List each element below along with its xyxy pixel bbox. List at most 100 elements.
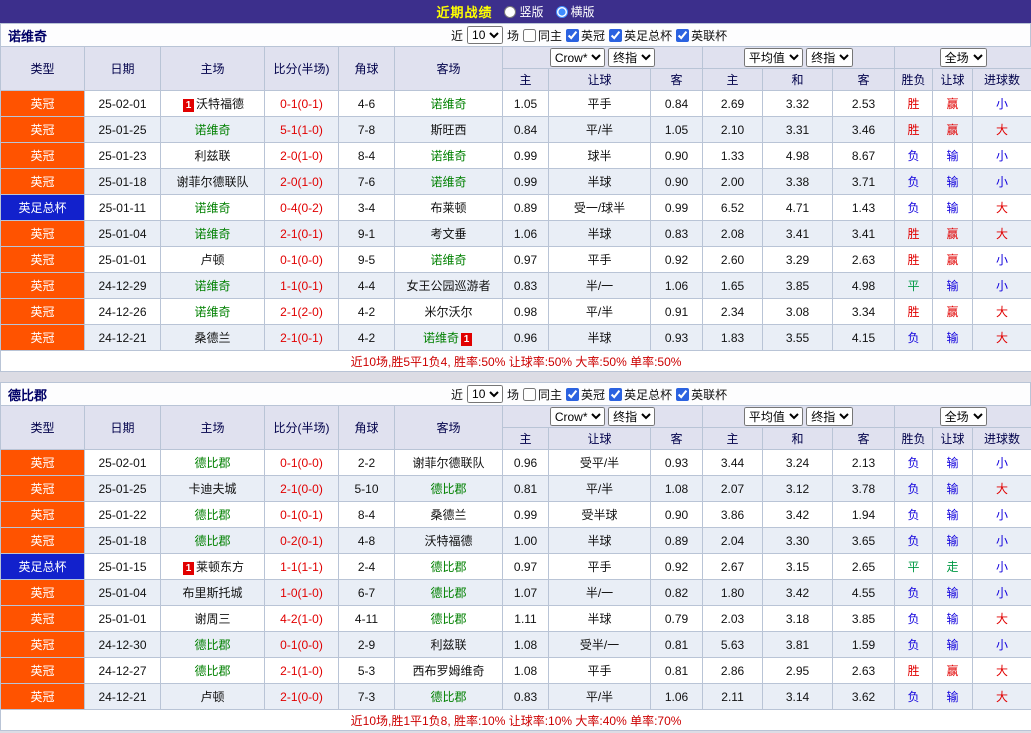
col-header-corner: 角球	[338, 405, 395, 450]
cell-odds-handicap: 平/半	[548, 298, 651, 325]
cell-odds-handicap: 受半球	[548, 501, 651, 528]
cell-result: 胜	[894, 298, 934, 325]
cell-away-team: 谢菲尔德联队	[394, 449, 503, 476]
cell-avg-away: 4.15	[832, 324, 896, 351]
championship-checkbox[interactable]	[566, 28, 580, 42]
cell-odds-handicap: 平/半	[548, 475, 651, 502]
cell-odds-home: 1.08	[502, 631, 549, 658]
cell-odds-home: 0.96	[502, 449, 549, 476]
home-team-name: 德比郡	[194, 508, 231, 522]
cell-corner: 7-3	[338, 683, 395, 710]
fa-cup-checkbox[interactable]	[609, 387, 623, 401]
table-row: 英冠 24-12-26 诺维奇 2-1(2-0) 4-2 米尔沃尔 0.98 平/半 0.91 2…	[0, 298, 1031, 325]
summary-row: 近10场,胜5平1负4, 胜率:50% 让球率:50% 大率:50% 单率:50…	[0, 350, 1031, 372]
cell-avg-home: 2.86	[702, 657, 764, 684]
average-select[interactable]: 平均值	[743, 407, 803, 426]
cell-odds-home: 0.97	[502, 246, 549, 273]
cell-score: 0-1(0-0)	[264, 246, 339, 273]
sub-header-odds-away: 客	[649, 68, 704, 91]
cell-odds-handicap: 半/一	[548, 272, 651, 299]
cell-date: 24-12-21	[84, 683, 161, 710]
vertical-layout-radio[interactable]	[504, 5, 517, 18]
table-row: 英冠 25-01-01 谢周三 4-2(1-0) 4-11 德比郡 1.11 半球 0.79 2.…	[0, 605, 1031, 632]
sub-header-odds-home: 主	[502, 427, 549, 450]
table-row: 英冠 25-01-22 德比郡 0-1(0-1) 8-4 桑德兰 0.99 受半球 0.90 3.…	[0, 501, 1031, 528]
cell-date: 25-01-22	[84, 501, 161, 528]
cell-corner: 8-4	[338, 501, 395, 528]
final-odds-select-2[interactable]: 终指	[806, 48, 854, 67]
cell-away-team: 考文垂	[394, 220, 503, 247]
cell-home-team: 布里斯托城	[160, 579, 265, 606]
cell-date: 24-12-30	[84, 631, 161, 658]
cell-handicap-result: 输	[932, 501, 974, 528]
fulltime-select[interactable]: 全场	[939, 48, 987, 67]
cell-date: 25-01-25	[84, 116, 161, 143]
cell-goals: 小	[972, 90, 1031, 117]
cell-odds-away: 0.93	[649, 324, 704, 351]
same-home-option[interactable]: 同主	[523, 386, 562, 403]
horizontal-layout-radio[interactable]	[555, 5, 568, 18]
table-row: 英冠 24-12-30 德比郡 0-1(0-0) 2-9 利兹联 1.08 受半/一 0.81 5…	[0, 631, 1031, 658]
cell-odds-away: 0.93	[649, 449, 704, 476]
match-count-select[interactable]: 10	[467, 26, 504, 44]
fa-cup-checkbox[interactable]	[609, 28, 623, 42]
league-cup-label: 英联杯	[691, 28, 728, 43]
final-odds-select-2[interactable]: 终指	[806, 407, 854, 426]
col-header-handicap-result: 让球	[932, 68, 974, 91]
layout-option-horizontal[interactable]: 横版	[555, 3, 595, 20]
league-cup-option[interactable]: 英联杯	[676, 386, 727, 403]
fa-cup-option[interactable]: 英足总杯	[609, 27, 672, 44]
cell-league-type: 英冠	[0, 579, 85, 606]
championship-option[interactable]: 英冠	[566, 27, 605, 44]
horizontal-layout-label: 横版	[570, 5, 595, 19]
fulltime-select[interactable]: 全场	[939, 407, 987, 426]
cell-odds-away: 0.81	[649, 631, 704, 658]
away-team-name: 布莱顿	[430, 201, 467, 215]
layout-option-vertical[interactable]: 竖版	[504, 3, 544, 20]
match-count-select[interactable]: 10	[467, 385, 504, 403]
away-team-name: 利兹联	[430, 638, 467, 652]
cell-league-type: 英冠	[0, 683, 85, 710]
table-row: 英冠 25-01-18 德比郡 0-2(0-1) 4-8 沃特福德 1.00 半球 0.89 2.…	[0, 527, 1031, 554]
cell-home-team: 诺维奇	[160, 220, 265, 247]
cell-avg-home: 2.11	[702, 683, 764, 710]
home-team-name: 德比郡	[194, 456, 231, 470]
same-home-checkbox[interactable]	[523, 387, 537, 401]
league-cup-option[interactable]: 英联杯	[676, 27, 727, 44]
odds-source-select[interactable]: Crow*	[549, 407, 605, 426]
cell-handicap-result: 输	[932, 683, 974, 710]
cell-score: 5-1(1-0)	[264, 116, 339, 143]
cell-avg-away: 8.67	[832, 142, 896, 169]
league-cup-checkbox[interactable]	[676, 387, 690, 401]
championship-option[interactable]: 英冠	[566, 386, 605, 403]
sub-header-avg-away: 客	[832, 427, 896, 450]
table-row: 英冠 25-01-23 利兹联 2-0(1-0) 8-4 诺维奇 0.99 球半 0.90 1.3…	[0, 142, 1031, 169]
home-team-name: 诺维奇	[194, 279, 231, 293]
col-header-home: 主场	[160, 46, 265, 91]
cell-home-team: 德比郡	[160, 449, 265, 476]
championship-checkbox[interactable]	[566, 387, 580, 401]
home-team-name: 诺维奇	[194, 201, 231, 215]
fa-cup-option[interactable]: 英足总杯	[609, 386, 672, 403]
cell-score: 1-0(1-0)	[264, 579, 339, 606]
cell-goals: 小	[972, 527, 1031, 554]
cell-odds-home: 0.96	[502, 324, 549, 351]
same-home-option[interactable]: 同主	[523, 27, 562, 44]
cell-avg-draw: 3.29	[762, 246, 834, 273]
same-home-checkbox[interactable]	[523, 28, 537, 42]
sub-header-odds-handicap: 让球	[548, 68, 651, 91]
odds-source-select[interactable]: Crow*	[549, 48, 605, 67]
league-cup-checkbox[interactable]	[676, 28, 690, 42]
cell-result: 胜	[894, 90, 934, 117]
odds-dropdown-cell: Crow* 终指	[501, 405, 704, 428]
final-odds-select[interactable]: 终指	[608, 407, 656, 426]
average-select[interactable]: 平均值	[743, 48, 803, 67]
final-odds-select[interactable]: 终指	[608, 48, 656, 67]
cell-avg-away: 3.78	[832, 475, 896, 502]
cell-odds-handicap: 平手	[548, 553, 651, 580]
cell-odds-home: 0.83	[502, 272, 549, 299]
cell-goals: 大	[972, 220, 1031, 247]
cell-odds-away: 1.06	[649, 272, 704, 299]
home-team-name: 谢菲尔德联队	[176, 175, 249, 189]
cell-corner: 2-2	[338, 449, 395, 476]
